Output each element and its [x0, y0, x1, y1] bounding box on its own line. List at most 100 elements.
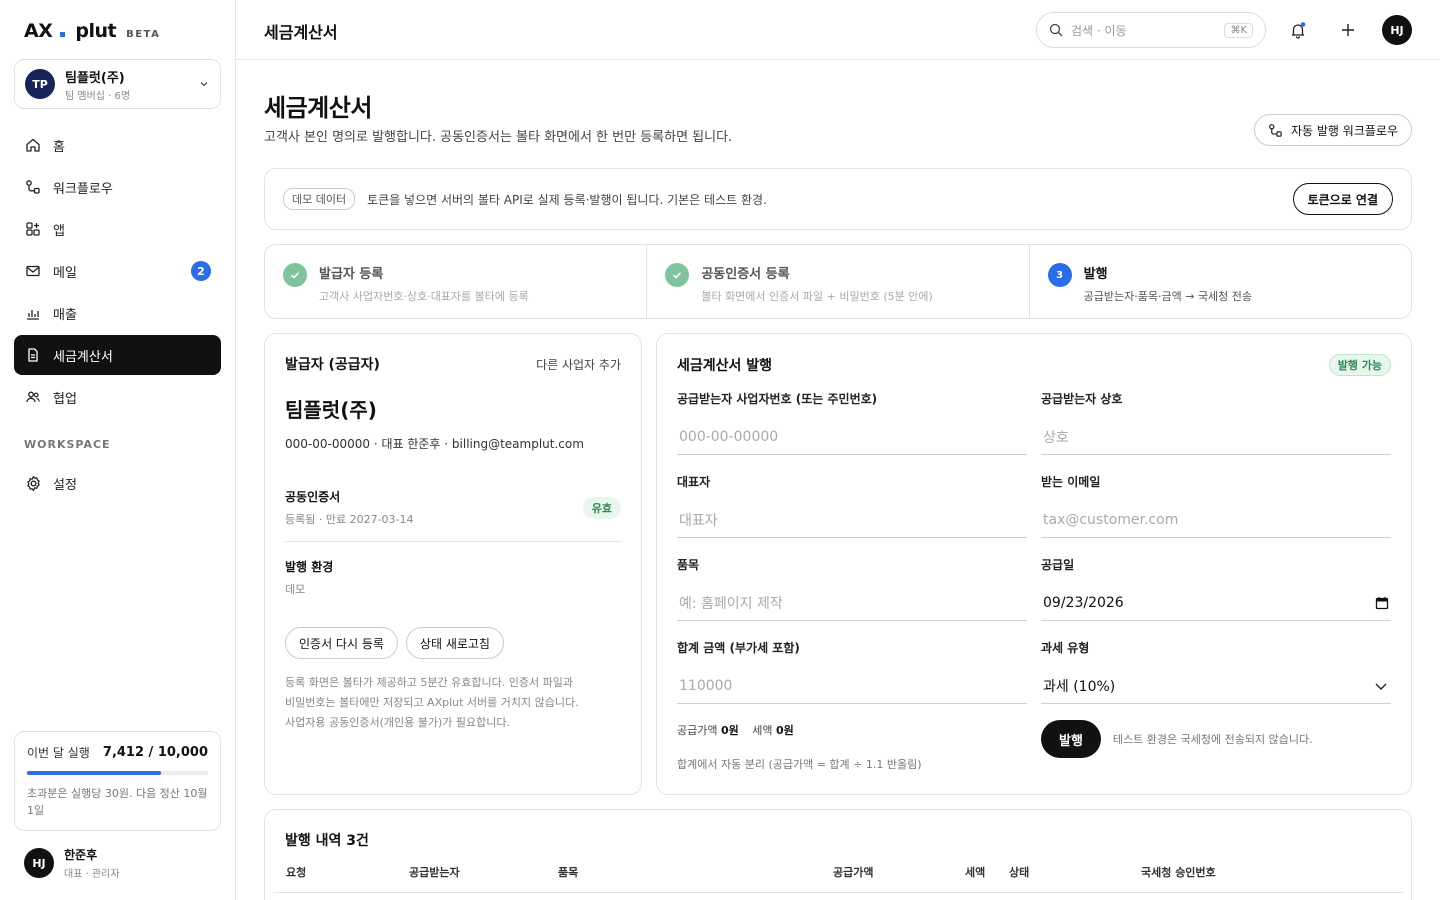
nav-item-collab[interactable]: 협업	[14, 377, 221, 417]
check-icon	[665, 263, 690, 287]
issuer-title: 발급자 (공급자)	[285, 357, 380, 373]
field-buyer-reg-no: 공급받는자 사업자번호 (또는 주민번호) 000-00-00000	[677, 390, 1027, 473]
issue-note: 테스트 환경은 국세청에 전송되지 않습니다.	[1112, 733, 1313, 746]
users-icon	[24, 388, 42, 406]
notification-button[interactable]	[1286, 18, 1310, 42]
supply-value: 0원	[720, 724, 739, 737]
gear-icon	[24, 474, 42, 492]
document-icon	[24, 346, 42, 364]
team-switcher[interactable]: TP 팀플럿(주) 팀 멤버십 · 6명	[14, 59, 221, 109]
field-label: 공급받는자 상호	[1041, 392, 1123, 406]
workspace-nav: 설정	[14, 463, 221, 505]
step-issuer: 발급자 등록 고객사 사업자번호·상호·대표자를 볼타에 등록	[265, 245, 648, 318]
add-business-link[interactable]: 다른 사업자 추가	[536, 356, 621, 373]
field-label: 받는 이메일	[1041, 475, 1101, 489]
step-desc: 고객사 사업자번호·상호·대표자를 볼타에 등록	[319, 290, 529, 303]
user-role: 대표 · 관리자	[64, 869, 120, 880]
team-membership: 팀 멤버십 · 6명	[65, 90, 131, 102]
reregister-cert-button[interactable]: 인증서 다시 등록	[285, 627, 398, 659]
chevron-down-icon	[200, 82, 208, 87]
buyer-reg-no-input[interactable]: 000-00-00000	[677, 419, 1027, 455]
nav-item-home[interactable]: 홈	[14, 125, 221, 165]
column-header[interactable]: 국세청 승인번호	[1141, 864, 1216, 880]
email-field[interactable]: tax@customer.com	[1041, 502, 1391, 538]
item-input[interactable]: 예: 홈페이지 제작	[677, 585, 1027, 621]
select-value: 과세 (10%)	[1043, 678, 1116, 695]
calc-note: 합계에서 자동 분리 (공급가액 = 합계 ÷ 1.1 반올림)	[677, 758, 922, 771]
representative-input[interactable]: 대표자	[677, 502, 1027, 538]
column-header[interactable]: 품목	[558, 864, 578, 880]
field-representative: 대표자 대표자	[677, 473, 1027, 556]
page-title: 세금계산서	[264, 94, 372, 122]
column-header[interactable]: 세액	[965, 864, 985, 880]
usage-value: 7,412 / 10,000	[102, 745, 208, 760]
avatar[interactable]: HJ	[1382, 15, 1412, 45]
sidebar: AX plut BETA TP 팀플럿(주) 팀 멤버십 · 6명 홈 워크플로…	[0, 0, 236, 900]
column-header[interactable]: 공급가액	[833, 864, 873, 880]
issuer-card: 발급자 (공급자) 다른 사업자 추가 팀플럿(주) 000-00-00000 …	[264, 333, 642, 795]
step-number: 3	[1047, 263, 1072, 287]
plus-icon	[1342, 24, 1354, 36]
nav-item-apps[interactable]: 앱	[14, 209, 221, 249]
field-tax-type: 과세 유형 과세 (10%)	[1041, 639, 1391, 722]
field-label: 합계 금액 (부가세 포함)	[677, 641, 800, 655]
field-label: 공급일	[1041, 558, 1075, 572]
add-button[interactable]	[1336, 18, 1360, 42]
search-icon	[1049, 23, 1063, 37]
field-email: 받는 이메일 tax@customer.com	[1041, 473, 1391, 556]
cert-desc: 등록됨 · 만료 2027-03-14	[285, 513, 414, 526]
nav-item-tax-invoice[interactable]: 세금계산서	[14, 335, 221, 375]
issuer-meta: 000-00-00000 · 대표 한준후 · billing@teamplut…	[285, 437, 584, 451]
nav-item-settings[interactable]: 설정	[14, 463, 221, 503]
main-nav: 홈 워크플로우 앱 메일 2 매출 세금계산서 협업	[14, 125, 221, 419]
search-placeholder: 검색 · 이동	[1071, 23, 1127, 38]
nav-item-workflow[interactable]: 워크플로우	[14, 167, 221, 207]
buyer-name-input[interactable]: 상호	[1041, 419, 1391, 455]
calendar-icon[interactable]	[1375, 596, 1389, 610]
issuer-company: 팀플럿(주)	[285, 398, 377, 422]
field-label: 대표자	[677, 475, 711, 489]
help-line: 비밀번호는 볼타에만 저장되고 AXplut 서버를 거치지 않습니다.	[285, 696, 579, 709]
issue-button[interactable]: 발행	[1041, 720, 1101, 758]
column-header[interactable]: 요청	[286, 864, 306, 880]
demo-message: 토큰을 넣으면 서버의 볼타 API로 실제 등록·발행이 됩니다. 기본은 테…	[367, 192, 767, 207]
tax-value: 0원	[776, 724, 794, 737]
beta-label: BETA	[126, 29, 161, 40]
auto-workflow-button[interactable]: 자동 발행 워크플로우	[1254, 114, 1412, 146]
user-profile[interactable]: HJ 한준후 대표 · 관리자	[24, 846, 120, 880]
avatar: HJ	[24, 848, 54, 878]
nav-label: 세금계산서	[53, 349, 113, 365]
nav-item-sales[interactable]: 매출	[14, 293, 221, 333]
history-title: 발행 내역 3건	[285, 833, 369, 849]
tax-label: 세액	[752, 724, 773, 737]
cert-title: 공동인증서	[285, 490, 341, 504]
nav-item-mail[interactable]: 메일 2	[14, 251, 221, 291]
column-header[interactable]: 상태	[1009, 864, 1029, 880]
tax-type-select[interactable]: 과세 (10%)	[1041, 668, 1391, 704]
logo-ax: AX	[24, 20, 53, 42]
total-amount-input[interactable]: 110000	[677, 668, 1027, 704]
field-total-amount: 합계 금액 (부가세 포함) 110000	[677, 639, 1027, 722]
help-line: 등록 화면은 볼타가 제공하고 5분간 유효합니다. 인증서 파일과	[285, 676, 573, 689]
demo-banner: 데모 데이터 토큰을 넣으면 서버의 볼타 API로 실제 등록·발행이 됩니다…	[264, 168, 1412, 230]
team-avatar: TP	[25, 69, 55, 99]
env-title: 발행 환경	[285, 560, 334, 574]
mail-icon	[24, 262, 42, 280]
search-input[interactable]: 검색 · 이동 ⌘K	[1036, 12, 1266, 48]
amount-breakdown: 공급가액 0원 세액 0원	[677, 722, 794, 738]
nav-label: 협업	[53, 391, 77, 407]
usage-label: 이번 달 실행	[27, 746, 90, 760]
supply-date-input[interactable]: 09/23/2026	[1041, 585, 1391, 621]
help-line: 사업자용 공동인증서(개인용 불가)가 필요합니다.	[285, 716, 510, 729]
field-item: 품목 예: 홈페이지 제작	[677, 556, 1027, 639]
usage-card: 이번 달 실행 7,412 / 10,000 초과분은 실행당 30원. 다음 …	[14, 731, 221, 831]
logo[interactable]: AX plut BETA	[24, 20, 160, 42]
page-description: 고객사 본인 명의로 발행합니다. 공동인증서는 볼타 화면에서 한 번만 등록…	[264, 130, 733, 145]
nav-label: 앱	[53, 223, 65, 239]
connect-token-button[interactable]: 토큰으로 연결	[1292, 183, 1393, 215]
chevron-down-icon	[1375, 683, 1387, 690]
nav-label: 설정	[53, 477, 77, 493]
column-header[interactable]: 공급받는자	[409, 864, 460, 880]
field-label: 과세 유형	[1041, 641, 1090, 655]
refresh-status-button[interactable]: 상태 새로고침	[405, 627, 504, 659]
